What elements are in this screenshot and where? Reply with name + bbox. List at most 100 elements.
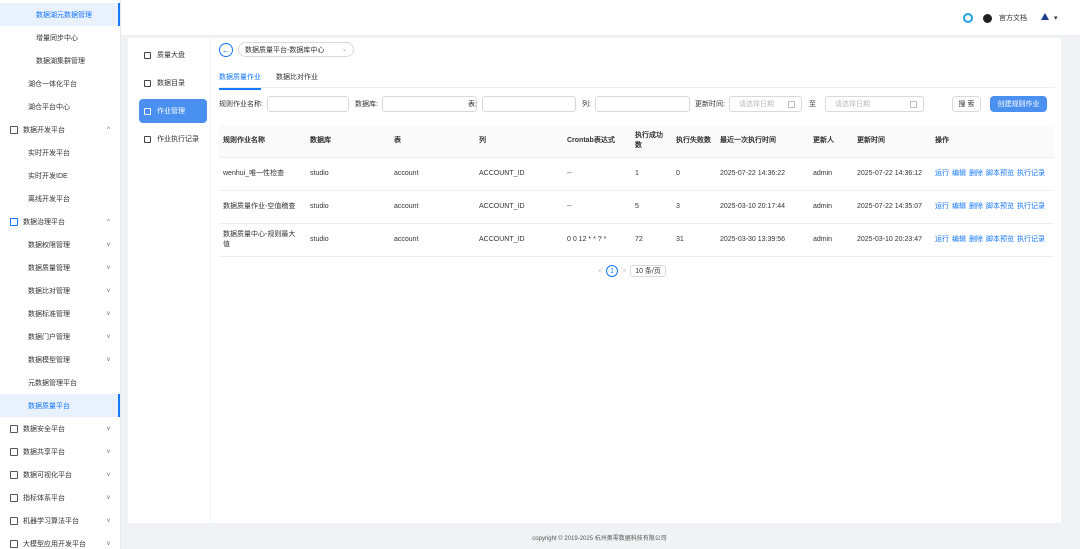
- job-name-input[interactable]: [267, 96, 349, 112]
- sidebar-item[interactable]: 数据权限管理 v: [0, 233, 120, 256]
- table-cell: 0: [672, 157, 716, 191]
- subnav-item-label: 作业管理: [157, 108, 185, 115]
- chevron-down-icon: v: [107, 264, 110, 271]
- chevron-down-icon: v: [107, 448, 110, 455]
- sidebar-item-label: 数据湖集群管理: [36, 57, 85, 65]
- jobs-table: 规则作业名称 数据库表列 Crontab表达式 执行成功数 执行失败数 最近一次执行时间更…: [219, 125, 1054, 257]
- sidebar-item-label: 离线开发平台: [28, 195, 70, 203]
- tab-compare-jobs[interactable]: 数据比对作业: [276, 72, 318, 88]
- sidebar-item[interactable]: 实时开发IDE: [0, 164, 120, 187]
- prev-page-button[interactable]: <: [598, 268, 602, 275]
- sidebar-item[interactable]: 数据比对管理 v: [0, 279, 120, 302]
- action-link[interactable]: 执行记录: [1017, 203, 1045, 210]
- sidebar-item[interactable]: 增量同步中心: [0, 26, 120, 49]
- back-button[interactable]: ←: [219, 43, 233, 57]
- sidebar-item-label: 数据安全平台: [23, 425, 65, 433]
- action-link[interactable]: 编辑: [952, 203, 966, 210]
- action-link[interactable]: 脚本预览: [986, 236, 1014, 243]
- action-link[interactable]: 运行: [935, 236, 949, 243]
- sidebar-item[interactable]: 离线开发平台: [0, 187, 120, 210]
- github-icon[interactable]: [983, 13, 992, 23]
- chevron-down-icon: v: [107, 540, 110, 547]
- chevron-up-icon: ^: [107, 218, 110, 225]
- database-label: 数据库:: [355, 101, 378, 108]
- subnav-item[interactable]: 作业管理: [139, 99, 207, 123]
- chart-icon: [144, 51, 151, 59]
- table-row: wenhui_唯一性检查 studio account ACCOUNT_ID -- 1 0 2…: [219, 157, 1054, 191]
- sidebar-item[interactable]: 数据开发平台 ^: [0, 118, 120, 141]
- sidebar-item-label: 数据标准管理: [28, 310, 70, 318]
- table-input[interactable]: [482, 96, 576, 112]
- action-link[interactable]: 删除: [969, 170, 983, 177]
- action-link[interactable]: 执行记录: [1017, 170, 1045, 177]
- sidebar-item[interactable]: 元数据管理平台: [0, 371, 120, 394]
- subnav-item[interactable]: 质量大盘: [139, 43, 207, 67]
- action-link[interactable]: 运行: [935, 170, 949, 177]
- column-header: 执行失败数: [672, 125, 716, 158]
- sidebar-item[interactable]: 实时开发平台: [0, 141, 120, 164]
- table-header: 规则作业名称 数据库表列 Crontab表达式 执行成功数 执行失败数 最近一次执行时间更…: [219, 125, 1054, 158]
- sidebar-item[interactable]: 数据质量平台: [0, 394, 120, 417]
- page-size-select[interactable]: 10 条/页: [630, 265, 666, 277]
- sidebar-item[interactable]: 数据湖元数据管理: [0, 3, 120, 26]
- sidebar-item[interactable]: 指标体系平台 v: [0, 486, 120, 509]
- column-input[interactable]: [595, 96, 690, 112]
- column-header: 执行成功数: [631, 125, 672, 158]
- chevron-down-icon: v: [107, 517, 110, 524]
- chevron-down-icon: v: [107, 241, 110, 248]
- sidebar-item-label: 数据模型管理: [28, 356, 70, 364]
- action-link[interactable]: 脚本预览: [986, 203, 1014, 210]
- action-link[interactable]: 运行: [935, 203, 949, 210]
- company-logo-icon: [1039, 13, 1051, 23]
- sidebar-item[interactable]: 机器学习算法平台 v: [0, 509, 120, 532]
- table-row: 数据质量作业-空值稽查 studio account ACCOUNT_ID -- 5 3 20…: [219, 190, 1054, 224]
- column-label: 列:: [582, 101, 591, 108]
- sidebar-item[interactable]: 数据模型管理 v: [0, 348, 120, 371]
- sidebar-item[interactable]: 数据治理平台 ^: [0, 210, 120, 233]
- next-page-button[interactable]: >: [622, 268, 626, 275]
- action-link[interactable]: 脚本预览: [986, 170, 1014, 177]
- subnav-item[interactable]: 数据目录: [139, 71, 207, 95]
- sidebar-item[interactable]: 数据安全平台 v: [0, 417, 120, 440]
- tab-quality-jobs[interactable]: 数据质量作业: [219, 72, 261, 90]
- database-input[interactable]: [382, 96, 477, 112]
- chevron-down-icon: v: [107, 333, 110, 340]
- chevron-down-icon: ▾: [1054, 15, 1058, 22]
- docs-link[interactable]: 官方文档: [999, 13, 1027, 23]
- table-cell: ACCOUNT_ID: [475, 223, 563, 257]
- datasource-value: 数据质量平台-数据库中心: [245, 46, 325, 54]
- action-link[interactable]: 编辑: [952, 170, 966, 177]
- table-cell: studio: [306, 157, 390, 191]
- search-button[interactable]: 搜 索: [952, 96, 981, 112]
- sidebar-item[interactable]: 数据质量管理 v: [0, 256, 120, 279]
- table-cell: 2025-07-22 14:35:07: [853, 190, 931, 224]
- start-date-input[interactable]: 请选择日期: [729, 96, 802, 112]
- user-menu[interactable]: ▾: [1039, 13, 1058, 23]
- sidebar-item[interactable]: 数据共享平台 v: [0, 440, 120, 463]
- column-header: 更新时间: [853, 125, 931, 158]
- action-link[interactable]: 删除: [969, 236, 983, 243]
- end-date-input[interactable]: 请选择日期: [825, 96, 924, 112]
- sidebar-item[interactable]: 大模型应用开发平台 v: [0, 532, 120, 549]
- table-cell: 数据质量中心-规则最大值: [219, 223, 306, 257]
- governance-icon: [10, 217, 18, 226]
- action-link[interactable]: 执行记录: [1017, 236, 1045, 243]
- sidebar-item[interactable]: 数据可视化平台 v: [0, 463, 120, 486]
- catalog-icon: [144, 79, 151, 87]
- action-link[interactable]: 编辑: [952, 236, 966, 243]
- table-cell: account: [390, 223, 475, 257]
- sidebar-item[interactable]: 数据门户管理 v: [0, 325, 120, 348]
- sidebar-item[interactable]: 湖仓平台中心: [0, 95, 120, 118]
- sidebar-item[interactable]: 数据湖集群管理: [0, 49, 120, 72]
- metrics-icon: [10, 493, 18, 502]
- table-cell: studio: [306, 223, 390, 257]
- action-link[interactable]: 删除: [969, 203, 983, 210]
- sub-nav: 质量大盘数据目录作业管理作业执行记录: [128, 38, 210, 523]
- sidebar-item[interactable]: 数据标准管理 v: [0, 302, 120, 325]
- page-number[interactable]: 1: [606, 265, 619, 277]
- datasource-select[interactable]: 数据质量平台-数据库中心 ⌄: [238, 42, 354, 57]
- app-logo-icon[interactable]: [963, 13, 973, 23]
- sidebar-item[interactable]: 湖仓一体化平台: [0, 72, 120, 95]
- create-job-button[interactable]: 创建规则作业: [990, 96, 1047, 112]
- subnav-item[interactable]: 作业执行记录: [139, 127, 207, 151]
